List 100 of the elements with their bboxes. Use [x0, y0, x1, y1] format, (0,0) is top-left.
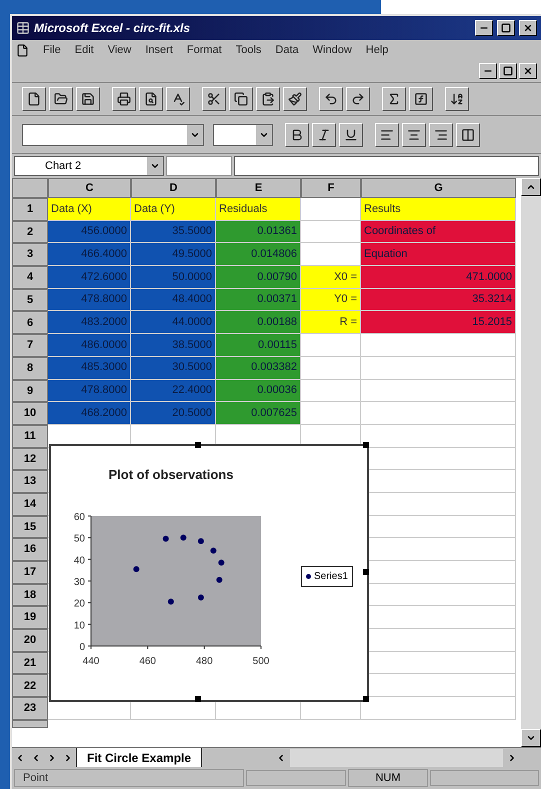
table-cell: 486.0000 — [48, 334, 131, 357]
row-header[interactable]: 8 — [12, 356, 48, 380]
row-header[interactable]: 2 — [12, 220, 48, 244]
menu-item[interactable]: Window — [312, 42, 352, 58]
row-header[interactable]: 23 — [12, 697, 48, 720]
minimize-button[interactable] — [479, 63, 497, 79]
column-header[interactable]: E — [216, 178, 301, 198]
row-header[interactable]: 4 — [12, 266, 48, 289]
selection-handle[interactable] — [363, 696, 369, 702]
row-header[interactable]: 6 — [12, 311, 48, 334]
column-header[interactable]: F — [301, 178, 361, 198]
underline-button[interactable] — [339, 122, 363, 146]
sum-icon — [387, 92, 401, 106]
print-preview-button[interactable] — [139, 87, 163, 111]
row-header[interactable]: 1 — [12, 198, 48, 221]
row-header[interactable]: 13 — [12, 470, 48, 493]
table-cell: R = — [301, 311, 361, 334]
y-tick-label: 0 — [79, 642, 85, 653]
column-header[interactable]: C — [48, 178, 131, 198]
selection-handle[interactable] — [195, 696, 201, 702]
table-cell: 0.003382 — [216, 356, 301, 380]
row-header[interactable]: 18 — [12, 584, 48, 606]
row-header[interactable]: 3 — [12, 243, 48, 266]
cut-button[interactable] — [202, 87, 226, 111]
vertical-scrollbar[interactable] — [521, 178, 541, 747]
row-header[interactable]: 19 — [12, 606, 48, 630]
align-center-button[interactable] — [402, 122, 426, 146]
menu-item[interactable]: Tools — [236, 42, 262, 58]
font-size-dropdown[interactable] — [213, 124, 273, 146]
row-header[interactable]: 20 — [12, 629, 48, 652]
table-cell: 35.3214 — [361, 288, 516, 312]
sort-button[interactable] — [445, 87, 469, 111]
row-header[interactable]: 17 — [12, 561, 48, 584]
table-cell: 483.2000 — [48, 311, 131, 334]
align-left-button[interactable] — [375, 122, 399, 146]
sort-icon — [450, 92, 464, 106]
menu-item[interactable]: Help — [366, 42, 388, 58]
menu-item[interactable]: Insert — [145, 42, 173, 58]
table-cell: Data (Y) — [131, 198, 216, 221]
copy-button[interactable] — [229, 87, 253, 111]
redo-icon — [351, 92, 365, 106]
y-tick-label: 30 — [74, 577, 85, 588]
row-header[interactable]: 10 — [12, 402, 48, 425]
x-tick-label: 480 — [196, 656, 213, 667]
function-button[interactable] — [409, 87, 433, 111]
sheet-tab[interactable]: Fit Circle Example — [76, 748, 202, 768]
align-right-button[interactable] — [429, 122, 453, 146]
close-button[interactable] — [519, 63, 537, 79]
menu-item[interactable]: Edit — [74, 42, 94, 58]
row-header[interactable]: 9 — [12, 380, 48, 402]
chart-object[interactable]: Plot of observations 0 10 20 30 40 50 60 440 460 480 500 Series1 — [49, 444, 369, 702]
new-file-button[interactable] — [22, 87, 46, 111]
merge-center-button[interactable] — [456, 122, 480, 146]
open-button[interactable] — [49, 87, 73, 111]
menu-item[interactable]: View — [108, 42, 132, 58]
redo-button[interactable] — [346, 87, 370, 111]
table-cell: Results — [361, 198, 516, 221]
bold-button[interactable] — [285, 122, 309, 146]
column-header[interactable]: G — [361, 178, 516, 198]
data-point — [198, 538, 204, 544]
caret-icon — [150, 161, 160, 171]
formula-bar[interactable] — [234, 156, 539, 176]
table-cell: 472.6000 — [48, 266, 131, 289]
row-header[interactable]: 21 — [12, 652, 48, 674]
restore-button[interactable] — [499, 63, 517, 79]
menu-item[interactable]: Format — [186, 42, 222, 58]
row-header[interactable]: 11 — [12, 424, 48, 448]
table-cell: 468.2000 — [48, 402, 131, 425]
save-button[interactable] — [76, 87, 100, 111]
column-header[interactable]: D — [131, 178, 216, 198]
name-box[interactable]: Chart 2 — [14, 156, 164, 176]
italic-button[interactable] — [312, 122, 336, 146]
row-header[interactable]: 5 — [12, 288, 48, 312]
minimize-button[interactable] — [475, 20, 493, 36]
row-header[interactable]: 14 — [12, 492, 48, 516]
menu-item[interactable]: File — [43, 42, 61, 58]
close-button[interactable] — [519, 20, 537, 36]
sum-button[interactable] — [382, 87, 406, 111]
spelling-button[interactable] — [166, 87, 190, 111]
row-header[interactable]: 12 — [12, 448, 48, 470]
table-cell: Y0 = — [301, 288, 361, 312]
selection-handle[interactable] — [363, 569, 369, 575]
row-header[interactable]: 22 — [12, 674, 48, 698]
table-cell: 0.014806 — [216, 243, 301, 266]
align-left-icon — [380, 128, 394, 142]
data-point — [198, 594, 204, 600]
print-button[interactable] — [112, 87, 136, 111]
maximize-button[interactable] — [497, 20, 515, 36]
format-painter-button[interactable] — [283, 87, 307, 111]
selection-handle[interactable] — [195, 442, 201, 448]
font-dropdown[interactable] — [22, 124, 204, 146]
paste-button[interactable] — [256, 87, 280, 111]
row-header[interactable]: 7 — [12, 334, 48, 357]
menu-item[interactable]: Data — [275, 42, 299, 58]
row-header[interactable]: 15 — [12, 516, 48, 538]
table-cell: Coordinates of — [361, 220, 516, 244]
selection-handle[interactable] — [363, 442, 369, 448]
undo-button[interactable] — [319, 87, 343, 111]
x-tick-label: 500 — [252, 656, 270, 667]
row-header[interactable]: 16 — [12, 538, 48, 561]
